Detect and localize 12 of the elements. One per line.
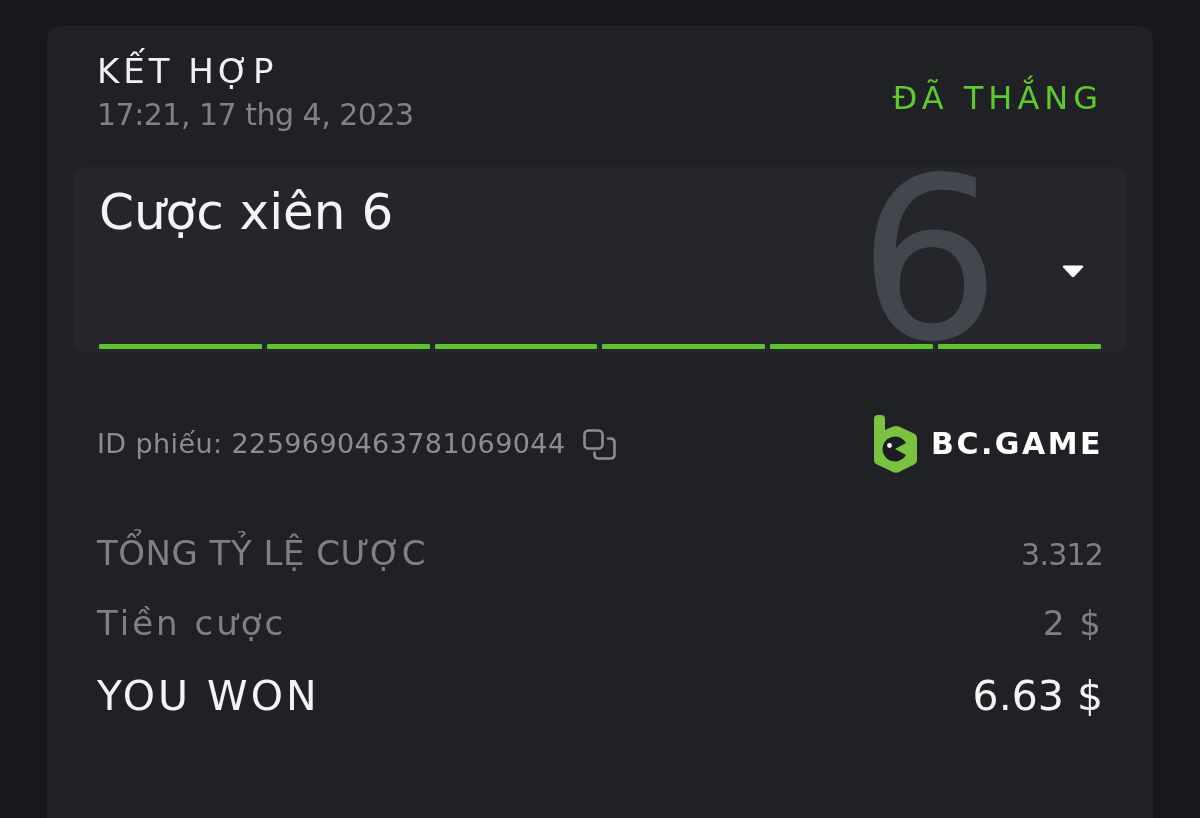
caret-icon[interactable]	[1062, 265, 1084, 278]
summary-label: YOU WON	[97, 672, 320, 721]
summary-value: 2 $	[1042, 603, 1103, 644]
logo-text: BC.GAME	[931, 426, 1103, 462]
parlay-title: Cược xiên 6	[99, 182, 394, 242]
bet-date: 17:21, 17 thg 4, 2023	[97, 97, 414, 133]
logo-icon	[874, 415, 918, 473]
copy-icon[interactable]	[583, 428, 617, 460]
summary-value: 6.63 $	[972, 672, 1103, 721]
summary-value: 3.312	[1021, 536, 1103, 574]
ticket-id: ID phiếu: 2259690463781069044	[97, 428, 566, 460]
summary-label: Tiền cược	[97, 603, 287, 644]
